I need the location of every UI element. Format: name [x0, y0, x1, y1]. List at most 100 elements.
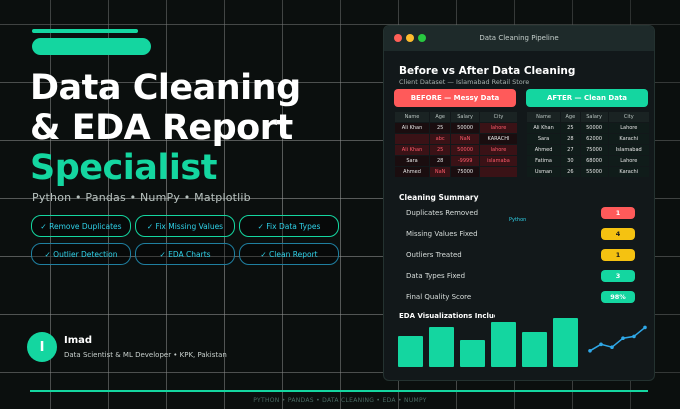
summary-row-value-badge: 3: [601, 270, 635, 282]
pipeline-window: Data Cleaning Pipeline Before vs After D…: [383, 25, 655, 381]
author-role: Data Scientist & ML Developer • KPK, Pak…: [64, 351, 227, 359]
after-table-cell: 27: [561, 145, 580, 155]
summary-row-label: Outliers Treated: [406, 251, 462, 259]
viz-bar: [429, 327, 454, 367]
before-table-row: Sara 28 -9999 islamaba: [395, 156, 517, 166]
after-table-cell: Sara: [527, 134, 561, 144]
after-table-cell: Ali Khan: [527, 123, 561, 133]
summary-row-value-badge: 4: [601, 228, 635, 240]
after-header-cell: Salary: [580, 112, 608, 122]
after-table-cell: Karachi: [608, 134, 649, 144]
after-table-row: Fatima 30 68000 Lahore: [527, 156, 649, 166]
after-header-cell: Name: [527, 112, 561, 122]
before-table-cell: 25: [430, 123, 451, 133]
after-table-cell: 28: [561, 134, 580, 144]
accent-bar-pill: [32, 38, 151, 55]
after-table-cell: Lahore: [608, 156, 649, 166]
before-header-cell: City: [479, 112, 517, 122]
after-table-cell: 26: [561, 167, 580, 177]
before-table-cell: Ali Khan: [395, 145, 430, 155]
after-table-row: Ali Khan 25 50000 Lahore: [527, 123, 649, 133]
after-table-cell: Fatima: [527, 156, 561, 166]
python-label: Python: [509, 217, 527, 223]
after-header-row: Name Age Salary City: [527, 112, 649, 122]
after-table-cell: 25: [561, 123, 580, 133]
service-pill-outlier-detection: ✓ Outlier Detection: [31, 243, 131, 265]
trend-line-chart: [588, 325, 647, 353]
summary-row-value-badge: 98%: [601, 291, 635, 303]
after-table-cell: 30: [561, 156, 580, 166]
trend-point: [599, 342, 603, 347]
before-table-cell: 50000: [451, 123, 479, 133]
avatar: I: [27, 332, 57, 362]
summary-row-label: Duplicates Removed: [406, 209, 479, 217]
summary-row-label: Data Types Fixed: [406, 272, 466, 280]
service-pills: ✓ Remove Duplicates ✓ Fix Missing Values…: [31, 215, 341, 265]
window-titlebar: Data Cleaning Pipeline: [384, 26, 654, 51]
before-table-cell: [395, 134, 430, 144]
window-heading: Before vs After Data Cleaning: [399, 65, 576, 77]
accent-bar-thin: [32, 29, 138, 33]
after-table-row: Ahmed 27 75000 Islamabad: [527, 145, 649, 155]
summary-row-value-badge: 1: [601, 207, 635, 219]
after-label: AFTER — Clean Data: [526, 89, 648, 107]
footer-keywords: PYTHON • PANDAS • DATA CLEANING • EDA • …: [253, 397, 427, 404]
service-pill-clean-report: ✓ Clean Report: [239, 243, 339, 265]
service-pill-eda-charts: ✓ EDA Charts: [135, 243, 235, 265]
author-name: Imad: [64, 335, 93, 346]
before-table-cell: 75000: [451, 167, 479, 177]
before-table-cell: islamaba: [479, 156, 517, 166]
title-line-1: Data Cleaning: [30, 68, 301, 108]
after-table-cell: Ahmed: [527, 145, 561, 155]
before-table-cell: 28: [430, 156, 451, 166]
trend-line: [589, 326, 646, 352]
viz-bar: [522, 332, 547, 367]
after-table-cell: Karachi: [608, 167, 649, 177]
trend-point: [643, 325, 647, 330]
before-header-row: Name Age Salary City: [395, 112, 517, 122]
viz-bar: [460, 340, 485, 367]
before-table-row: abc NaN KARACHI: [395, 134, 517, 144]
before-table-cell: Ahmed: [395, 167, 430, 177]
before-table-cell: lahore: [479, 145, 517, 155]
footer-divider: [30, 390, 648, 392]
before-table-cell: KARACHI: [479, 134, 517, 144]
before-header-cell: Age: [430, 112, 451, 122]
after-table-row: Sara 28 62000 Karachi: [527, 134, 649, 144]
window-subheading: Client Dataset — Islamabad Retail Store: [399, 78, 530, 86]
summary-row-value-badge: 1: [601, 249, 635, 261]
before-table: Name Age Salary City Ali Khan 25 50000 lahore ab…: [394, 111, 518, 178]
summary-row-label: Missing Values Fixed: [406, 230, 478, 238]
after-table: Name Age Salary City Ali Khan 25 50000 Lahore Sa…: [526, 111, 650, 178]
after-table-cell: Usman: [527, 167, 561, 177]
after-table-cell: Lahore: [608, 123, 649, 133]
viz-title: EDA Visualizations Included: [399, 312, 495, 320]
after-table-cell: 75000: [580, 145, 608, 155]
summary-row-label: Final Quality Score: [406, 293, 472, 301]
after-table-cell: 68000: [580, 156, 608, 166]
before-table-cell: lahore: [479, 123, 517, 133]
after-header-cell: Age: [561, 112, 580, 122]
before-header-cell: Name: [395, 112, 430, 122]
after-table-cell: 62000: [580, 134, 608, 144]
after-header-cell: City: [608, 112, 649, 122]
before-table-row: Ali Khan 25 50000 lahore: [395, 145, 517, 155]
before-table-row: Ali Khan 25 50000 lahore: [395, 123, 517, 133]
before-table-row: Ahmed NaN 75000: [395, 167, 517, 177]
trend-point: [632, 334, 636, 339]
trend-point: [610, 345, 614, 349]
before-table-cell: Ali Khan: [395, 123, 430, 133]
hero-title: Data Cleaning & EDA Report Specialist: [30, 68, 301, 188]
before-table-cell: abc: [430, 134, 451, 144]
before-table-cell: -9999: [451, 156, 479, 166]
title-line-3: Specialist: [30, 148, 217, 188]
service-pill-fix-missing-values: ✓ Fix Missing Values: [135, 215, 235, 237]
before-table-cell: [479, 167, 517, 177]
after-table-cell: 50000: [580, 123, 608, 133]
service-pill-remove-duplicates: ✓ Remove Duplicates: [31, 215, 131, 237]
before-table-cell: 25: [430, 145, 451, 155]
after-table-row: Usman 26 55000 Karachi: [527, 167, 649, 177]
viz-bar: [398, 336, 423, 367]
viz-bar: [553, 318, 578, 367]
before-table-cell: 50000: [451, 145, 479, 155]
